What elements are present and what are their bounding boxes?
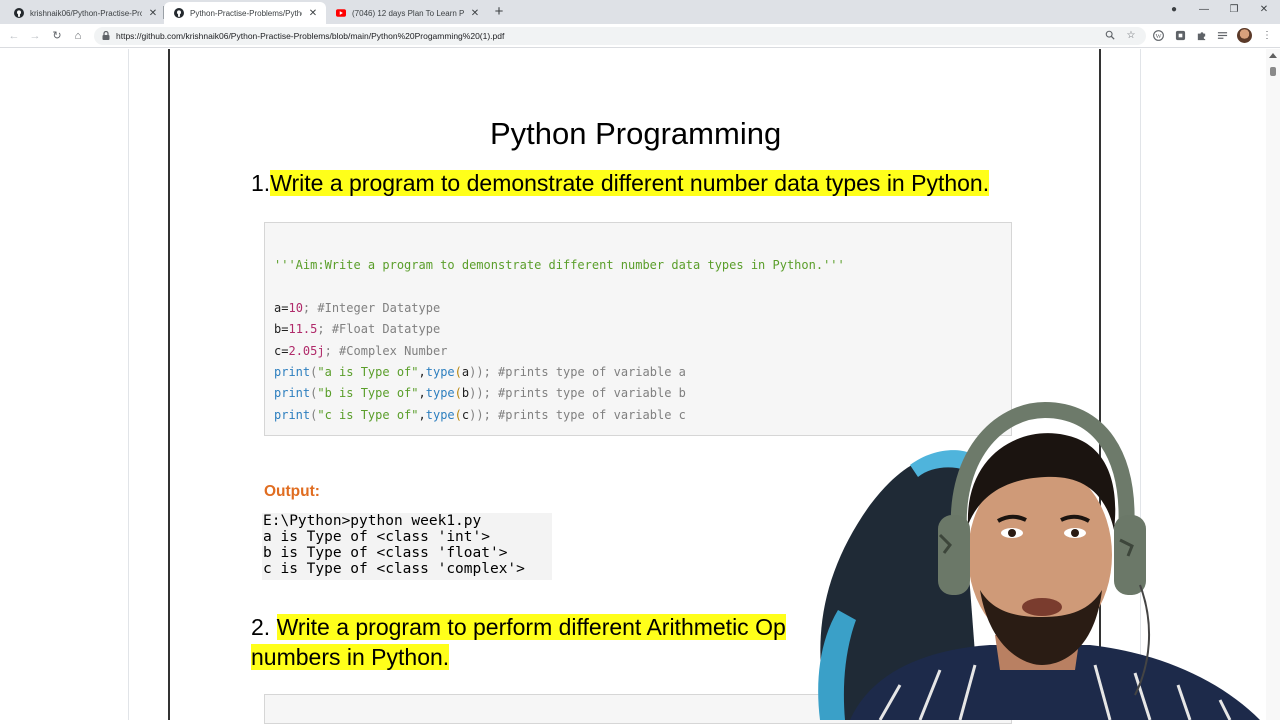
close-tab-icon[interactable]: ✕ (470, 8, 480, 19)
output-line: a is Type of <class 'int'> (263, 529, 490, 545)
tab-github-repo[interactable]: krishnaik06/Python-Practise-Prob ✕ (4, 2, 166, 24)
media-indicator-icon[interactable]: ● (1166, 4, 1182, 15)
code-line: c=2.05j; #Complex Number (274, 344, 448, 358)
tab-title: Python-Practise-Problems/Pytho (190, 8, 302, 18)
output-line: c is Type of <class 'complex'> (263, 561, 525, 577)
close-tab-icon[interactable]: ✕ (148, 8, 158, 19)
puzzle-extension-icon[interactable] (1174, 30, 1186, 42)
forward-button[interactable]: → (27, 28, 43, 44)
bookmark-star-icon[interactable]: ☆ (1125, 30, 1137, 42)
github-icon (14, 8, 24, 18)
github-icon (174, 8, 184, 18)
question-text: Write a program to perform different Ari… (276, 614, 786, 640)
minimize-button[interactable]: — (1196, 4, 1212, 15)
question-text: Write a program to demonstrate different… (270, 170, 990, 196)
url-text[interactable]: https://github.com/krishnaik06/Python-Pr… (116, 31, 504, 41)
question-text: numbers in Python. (251, 644, 450, 670)
question-number: 1. (251, 170, 271, 196)
youtube-icon (336, 9, 346, 17)
close-tab-icon[interactable]: ✕ (308, 8, 318, 19)
back-button[interactable]: ← (6, 28, 22, 44)
question-1-heading: 1.Write a program to demonstrate differe… (251, 170, 990, 197)
question-2-heading-continued: numbers in Python. (251, 644, 450, 671)
extensions-icon[interactable] (1195, 30, 1207, 42)
scroll-up-arrow-icon[interactable] (1269, 53, 1277, 58)
output-line: b is Type of <class 'float'> (263, 545, 508, 561)
svg-text:W: W (1155, 33, 1162, 40)
code-line: print("c is Type of",type(c)); #prints t… (274, 408, 686, 422)
wordpress-icon[interactable]: W (1152, 30, 1164, 42)
output-label: Output: (264, 483, 320, 500)
output-line: E:\Python>python week1.py (263, 513, 482, 529)
lock-icon[interactable] (102, 31, 110, 40)
address-bar[interactable]: https://github.com/krishnaik06/Python-Pr… (94, 27, 1146, 45)
zoom-icon[interactable] (1104, 30, 1116, 42)
code-line: print("a is Type of",type(a)); #prints t… (274, 365, 686, 379)
code-line: a=10; #Integer Datatype (274, 301, 441, 315)
home-button[interactable]: ⌂ (70, 28, 86, 44)
tab-strip: krishnaik06/Python-Practise-Prob ✕ Pytho… (0, 0, 1280, 24)
new-tab-button[interactable]: + (491, 4, 507, 20)
close-window-button[interactable]: ✕ (1256, 4, 1272, 15)
code-line: print("b is Type of",type(b)); #prints t… (274, 386, 686, 400)
question-number: 2. (251, 614, 277, 640)
browser-menu-icon[interactable]: ⋮ (1261, 30, 1273, 42)
question-2-heading: 2. Write a program to perform different … (251, 614, 786, 641)
profile-avatar[interactable] (1237, 28, 1252, 43)
browser-toolbar: ← → ↻ ⌂ https://github.com/krishnaik06/P… (0, 24, 1280, 48)
page-title: Python Programming (490, 116, 782, 151)
reading-list-icon[interactable] (1216, 30, 1228, 42)
tab-title: krishnaik06/Python-Practise-Prob (30, 8, 142, 18)
tab-youtube[interactable]: (7046) 12 days Plan To Learn Pyth ✕ (326, 2, 488, 24)
code-line: b=11.5; #Float Datatype (274, 322, 441, 336)
reload-button[interactable]: ↻ (49, 28, 65, 44)
restore-button[interactable]: ❐ (1226, 4, 1242, 15)
scrollbar-thumb[interactable] (1270, 67, 1276, 76)
webcam-presenter-image (818, 401, 1260, 720)
code-docstring: '''Aim:Write a program to demonstrate di… (274, 258, 845, 272)
tab-title: (7046) 12 days Plan To Learn Pyth (352, 8, 464, 18)
tab-github-pdf[interactable]: Python-Practise-Problems/Pytho ✕ (164, 2, 326, 24)
